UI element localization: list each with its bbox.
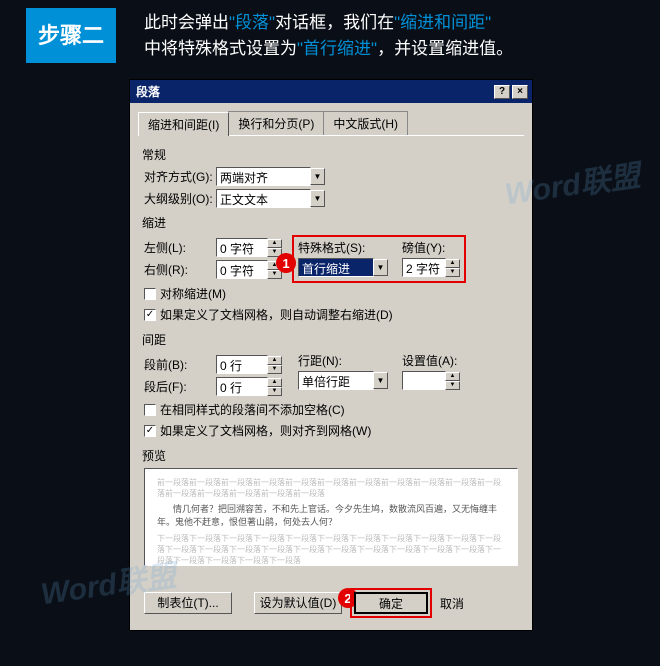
dialog-title: 段落 bbox=[134, 83, 492, 100]
special-combo[interactable]: 首行缩进 ▼ bbox=[298, 258, 388, 277]
left-indent-spinner[interactable]: 0 字符 ▲▼ bbox=[216, 238, 282, 257]
section-general: 常规 bbox=[142, 146, 518, 163]
preview-box: 前一段落前一段落前一段落前一段落前一段落前一段落前一段落前一段落前一段落前一段落… bbox=[144, 468, 518, 566]
dropdown-icon[interactable]: ▼ bbox=[310, 190, 325, 207]
help-button[interactable]: ? bbox=[494, 85, 510, 99]
dropdown-icon[interactable]: ▼ bbox=[310, 168, 325, 185]
section-preview: 预览 bbox=[142, 447, 518, 464]
before-label: 段前(B): bbox=[144, 356, 216, 373]
tab-line-page[interactable]: 换行和分页(P) bbox=[228, 111, 324, 135]
right-indent-spinner[interactable]: 0 字符 ▲▼ bbox=[216, 260, 282, 279]
tab-asian[interactable]: 中文版式(H) bbox=[323, 111, 408, 135]
section-spacing: 间距 bbox=[142, 331, 518, 348]
default-button[interactable]: 设为默认值(D) bbox=[254, 592, 342, 614]
tab-indent-spacing[interactable]: 缩进和间距(I) bbox=[138, 112, 229, 136]
tabs-button[interactable]: 制表位(T)... bbox=[144, 592, 232, 614]
special-label: 特殊格式(S): bbox=[298, 239, 388, 256]
right-indent-label: 右侧(R): bbox=[144, 261, 216, 278]
mirror-indent-checkbox[interactable]: 对称缩进(M) bbox=[144, 285, 226, 302]
close-button[interactable]: × bbox=[512, 85, 528, 99]
measure-label: 磅值(Y): bbox=[402, 239, 460, 256]
grid-align-checkbox[interactable]: ✓如果定义了文档网格，则对齐到网格(W) bbox=[144, 422, 371, 439]
highlight-box-2: 确定 bbox=[350, 588, 432, 618]
dropdown-icon[interactable]: ▼ bbox=[373, 372, 388, 389]
cancel-button[interactable]: 取消 bbox=[440, 595, 490, 612]
nosame-checkbox[interactable]: 在相同样式的段落间不添加空格(C) bbox=[144, 401, 345, 418]
measure-spinner[interactable]: 2 字符 ▲▼ bbox=[402, 258, 460, 277]
linespace-label: 行距(N): bbox=[298, 352, 388, 369]
setvalue-spinner[interactable]: ▲▼ bbox=[402, 371, 460, 390]
setvalue-label: 设置值(A): bbox=[402, 352, 460, 369]
linespace-combo[interactable]: 单倍行距 ▼ bbox=[298, 371, 388, 390]
after-label: 段后(F): bbox=[144, 378, 216, 395]
ok-button[interactable]: 确定 bbox=[354, 592, 428, 614]
align-combo[interactable]: 两端对齐 ▼ bbox=[216, 167, 325, 186]
paragraph-dialog: 段落 ? × 缩进和间距(I) 换行和分页(P) 中文版式(H) 常规 对齐方式… bbox=[129, 79, 533, 631]
left-indent-label: 左侧(L): bbox=[144, 239, 216, 256]
outline-label: 大纲级别(O): bbox=[144, 190, 216, 207]
grid-indent-checkbox[interactable]: ✓如果定义了文档网格，则自动调整右缩进(D) bbox=[144, 306, 393, 323]
highlight-box-1: 特殊格式(S): 首行缩进 ▼ 磅值(Y): 2 字符 ▲▼ bbox=[292, 235, 466, 283]
outline-combo[interactable]: 正文文本 ▼ bbox=[216, 189, 325, 208]
before-spinner[interactable]: 0 行 ▲▼ bbox=[216, 355, 282, 374]
titlebar[interactable]: 段落 ? × bbox=[130, 80, 532, 103]
section-indent: 缩进 bbox=[142, 214, 518, 231]
dropdown-icon[interactable]: ▼ bbox=[373, 259, 388, 276]
instruction-text: 此时会弹出"段落"对话框，我们在"缩进和间距" 中将特殊格式设置为"首行缩进"，… bbox=[144, 10, 513, 63]
align-label: 对齐方式(G): bbox=[144, 168, 216, 185]
step-badge: 步骤二 bbox=[26, 8, 116, 63]
after-spinner[interactable]: 0 行 ▲▼ bbox=[216, 377, 282, 396]
